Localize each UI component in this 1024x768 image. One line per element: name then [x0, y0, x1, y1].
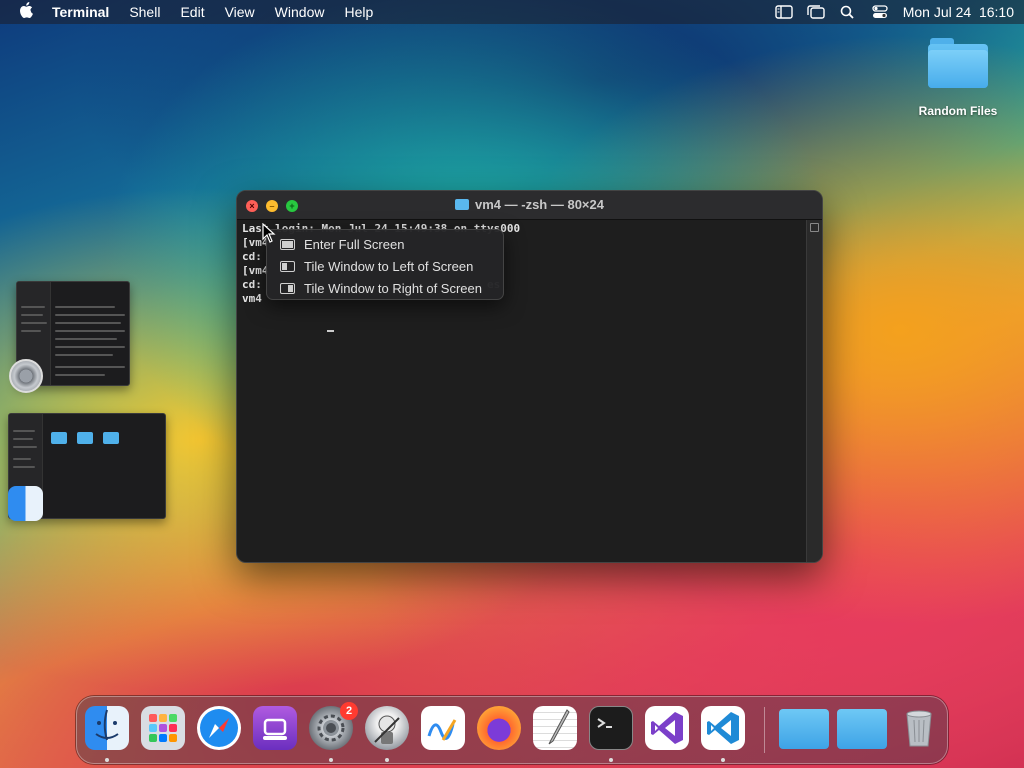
running-indicator: [721, 758, 725, 762]
dock-automator-icon[interactable]: [365, 706, 409, 750]
window-title: vm4 — -zsh — 80×24: [237, 197, 822, 212]
window-tiling-menu: Enter Full Screen Tile Window to Left of…: [266, 229, 504, 300]
menu-edit[interactable]: Edit: [170, 4, 214, 20]
desktop-folder[interactable]: Random Files: [912, 38, 1004, 118]
tile-right-icon: [280, 282, 295, 294]
dock-firefox-icon[interactable]: [477, 706, 521, 750]
running-indicator: [385, 758, 389, 762]
terminal-scrollbar[interactable]: [806, 220, 822, 562]
running-indicator: [329, 758, 333, 762]
dock-freeform-icon[interactable]: [421, 706, 465, 750]
menu-extras: Mon Jul 24 16:10: [775, 4, 1014, 20]
menu-shell[interactable]: Shell: [119, 4, 170, 20]
folder-icon: [455, 199, 469, 210]
tile-right-item[interactable]: Tile Window to Right of Screen: [267, 277, 503, 299]
text-cursor: [327, 330, 334, 332]
menu-help[interactable]: Help: [334, 4, 383, 20]
apple-menu-icon[interactable]: [10, 2, 42, 22]
folder-icon: [928, 38, 988, 88]
dock-podcasts-icon[interactable]: [253, 706, 297, 750]
finder-icon: [8, 486, 43, 521]
menu-app-name[interactable]: Terminal: [42, 4, 119, 20]
menu-clock[interactable]: Mon Jul 24 16:10: [903, 4, 1014, 20]
dock-folder-icon[interactable]: [779, 709, 829, 749]
control-center-icon[interactable]: [871, 5, 889, 19]
notification-badge: 2: [340, 702, 358, 720]
tile-left-icon: [280, 260, 295, 272]
dock-textedit-icon[interactable]: [533, 706, 577, 750]
dock-visual-studio-icon[interactable]: [645, 706, 689, 750]
search-icon[interactable]: [839, 5, 857, 19]
sidebar-list-icon[interactable]: [775, 5, 793, 19]
dock-finder-icon[interactable]: [85, 706, 129, 750]
dock-safari-icon[interactable]: [197, 706, 241, 750]
dock: 2: [76, 696, 948, 764]
split-pane-icon[interactable]: [810, 223, 819, 232]
menu-window[interactable]: Window: [265, 4, 335, 20]
dock-launchpad-icon[interactable]: [141, 706, 185, 750]
running-indicator: [105, 758, 109, 762]
desktop-folder-label: Random Files: [918, 104, 998, 118]
dock-folder-icon[interactable]: [837, 709, 887, 749]
running-indicator: [609, 758, 613, 762]
menu-view[interactable]: View: [215, 4, 265, 20]
full-screen-icon: [280, 238, 295, 250]
dock-terminal-icon[interactable]: [589, 706, 633, 750]
tile-left-item[interactable]: Tile Window to Left of Screen: [267, 255, 503, 277]
menu-bar: Terminal Shell Edit View Window Help Mon…: [0, 0, 1024, 24]
terminal-titlebar[interactable]: × – + vm4 — -zsh — 80×24: [237, 191, 822, 220]
dock-trash-icon[interactable]: [897, 706, 941, 750]
enter-full-screen-item[interactable]: Enter Full Screen: [267, 233, 503, 255]
system-settings-icon: [9, 359, 43, 393]
dock-vscode-icon[interactable]: [701, 706, 745, 750]
mouse-pointer-icon: [262, 223, 276, 243]
stage-manager-icon[interactable]: [807, 5, 825, 19]
dock-separator: [764, 707, 765, 753]
